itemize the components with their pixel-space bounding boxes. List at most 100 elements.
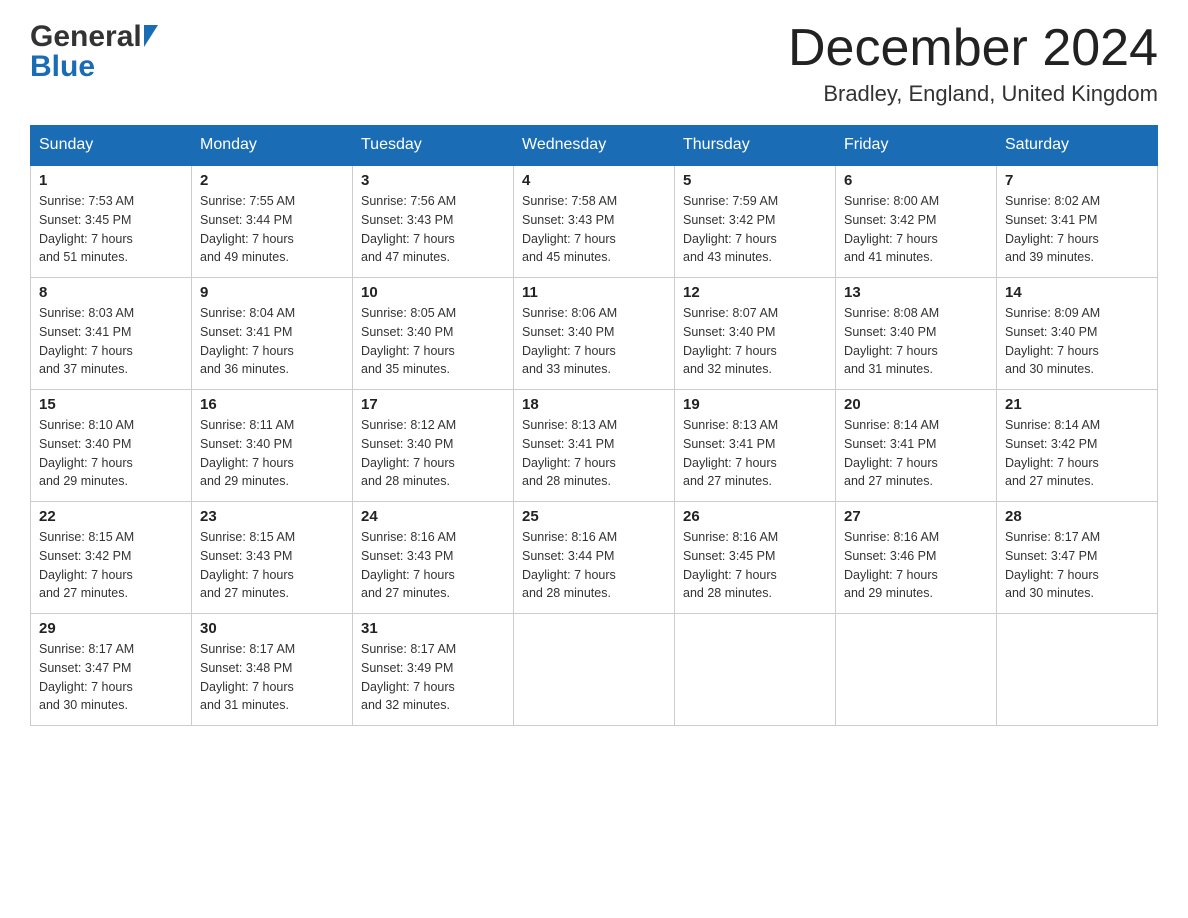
day-number: 7 (1005, 172, 1149, 189)
day-info: Sunrise: 8:17 AMSunset: 3:48 PMDaylight:… (200, 642, 295, 712)
calendar-day-cell: 24 Sunrise: 8:16 AMSunset: 3:43 PMDaylig… (353, 502, 514, 614)
day-info: Sunrise: 8:16 AMSunset: 3:43 PMDaylight:… (361, 530, 456, 600)
day-number: 17 (361, 396, 505, 413)
day-number: 20 (844, 396, 988, 413)
calendar-day-cell: 17 Sunrise: 8:12 AMSunset: 3:40 PMDaylig… (353, 390, 514, 502)
calendar-day-cell: 26 Sunrise: 8:16 AMSunset: 3:45 PMDaylig… (675, 502, 836, 614)
calendar-day-cell: 1 Sunrise: 7:53 AMSunset: 3:45 PMDayligh… (31, 165, 192, 278)
calendar-day-cell: 6 Sunrise: 8:00 AMSunset: 3:42 PMDayligh… (836, 165, 997, 278)
day-number: 10 (361, 284, 505, 301)
col-saturday: Saturday (997, 126, 1158, 166)
day-info: Sunrise: 8:17 AMSunset: 3:49 PMDaylight:… (361, 642, 456, 712)
calendar-day-cell: 3 Sunrise: 7:56 AMSunset: 3:43 PMDayligh… (353, 165, 514, 278)
day-number: 16 (200, 396, 344, 413)
day-number: 21 (1005, 396, 1149, 413)
calendar-week-row: 29 Sunrise: 8:17 AMSunset: 3:47 PMDaylig… (31, 614, 1158, 726)
calendar-day-cell: 5 Sunrise: 7:59 AMSunset: 3:42 PMDayligh… (675, 165, 836, 278)
calendar-week-row: 22 Sunrise: 8:15 AMSunset: 3:42 PMDaylig… (31, 502, 1158, 614)
day-info: Sunrise: 7:59 AMSunset: 3:42 PMDaylight:… (683, 194, 778, 264)
calendar-day-cell (997, 614, 1158, 726)
calendar-table: Sunday Monday Tuesday Wednesday Thursday… (30, 125, 1158, 726)
calendar-day-cell: 25 Sunrise: 8:16 AMSunset: 3:44 PMDaylig… (514, 502, 675, 614)
calendar-day-cell: 7 Sunrise: 8:02 AMSunset: 3:41 PMDayligh… (997, 165, 1158, 278)
col-thursday: Thursday (675, 126, 836, 166)
col-friday: Friday (836, 126, 997, 166)
day-info: Sunrise: 8:12 AMSunset: 3:40 PMDaylight:… (361, 418, 456, 488)
day-number: 31 (361, 620, 505, 637)
day-info: Sunrise: 8:13 AMSunset: 3:41 PMDaylight:… (522, 418, 617, 488)
day-info: Sunrise: 7:53 AMSunset: 3:45 PMDaylight:… (39, 194, 134, 264)
day-number: 19 (683, 396, 827, 413)
calendar-day-cell: 21 Sunrise: 8:14 AMSunset: 3:42 PMDaylig… (997, 390, 1158, 502)
day-number: 27 (844, 508, 988, 525)
day-info: Sunrise: 8:02 AMSunset: 3:41 PMDaylight:… (1005, 194, 1100, 264)
calendar-day-cell: 15 Sunrise: 8:10 AMSunset: 3:40 PMDaylig… (31, 390, 192, 502)
calendar-subtitle: Bradley, England, United Kingdom (788, 81, 1158, 107)
day-info: Sunrise: 7:58 AMSunset: 3:43 PMDaylight:… (522, 194, 617, 264)
day-info: Sunrise: 8:15 AMSunset: 3:42 PMDaylight:… (39, 530, 134, 600)
day-info: Sunrise: 8:09 AMSunset: 3:40 PMDaylight:… (1005, 306, 1100, 376)
calendar-day-cell: 4 Sunrise: 7:58 AMSunset: 3:43 PMDayligh… (514, 165, 675, 278)
day-number: 11 (522, 284, 666, 301)
day-info: Sunrise: 8:17 AMSunset: 3:47 PMDaylight:… (39, 642, 134, 712)
day-info: Sunrise: 8:14 AMSunset: 3:42 PMDaylight:… (1005, 418, 1100, 488)
day-number: 13 (844, 284, 988, 301)
logo-blue-text: Blue (30, 50, 95, 83)
day-info: Sunrise: 8:15 AMSunset: 3:43 PMDaylight:… (200, 530, 295, 600)
calendar-day-cell: 29 Sunrise: 8:17 AMSunset: 3:47 PMDaylig… (31, 614, 192, 726)
logo: General Blue (30, 20, 158, 84)
day-info: Sunrise: 8:16 AMSunset: 3:44 PMDaylight:… (522, 530, 617, 600)
day-info: Sunrise: 8:00 AMSunset: 3:42 PMDaylight:… (844, 194, 939, 264)
day-info: Sunrise: 8:16 AMSunset: 3:46 PMDaylight:… (844, 530, 939, 600)
day-info: Sunrise: 8:10 AMSunset: 3:40 PMDaylight:… (39, 418, 134, 488)
calendar-day-cell: 22 Sunrise: 8:15 AMSunset: 3:42 PMDaylig… (31, 502, 192, 614)
day-number: 30 (200, 620, 344, 637)
day-number: 23 (200, 508, 344, 525)
day-info: Sunrise: 7:55 AMSunset: 3:44 PMDaylight:… (200, 194, 295, 264)
day-info: Sunrise: 7:56 AMSunset: 3:43 PMDaylight:… (361, 194, 456, 264)
day-number: 25 (522, 508, 666, 525)
day-number: 26 (683, 508, 827, 525)
logo-triangle-icon (144, 25, 158, 47)
day-info: Sunrise: 8:07 AMSunset: 3:40 PMDaylight:… (683, 306, 778, 376)
day-info: Sunrise: 8:04 AMSunset: 3:41 PMDaylight:… (200, 306, 295, 376)
day-number: 29 (39, 620, 183, 637)
day-info: Sunrise: 8:05 AMSunset: 3:40 PMDaylight:… (361, 306, 456, 376)
day-info: Sunrise: 8:13 AMSunset: 3:41 PMDaylight:… (683, 418, 778, 488)
day-number: 3 (361, 172, 505, 189)
col-sunday: Sunday (31, 126, 192, 166)
col-wednesday: Wednesday (514, 126, 675, 166)
calendar-day-cell (675, 614, 836, 726)
day-info: Sunrise: 8:08 AMSunset: 3:40 PMDaylight:… (844, 306, 939, 376)
calendar-day-cell: 10 Sunrise: 8:05 AMSunset: 3:40 PMDaylig… (353, 278, 514, 390)
calendar-day-cell: 2 Sunrise: 7:55 AMSunset: 3:44 PMDayligh… (192, 165, 353, 278)
calendar-day-cell: 18 Sunrise: 8:13 AMSunset: 3:41 PMDaylig… (514, 390, 675, 502)
day-number: 14 (1005, 284, 1149, 301)
day-number: 5 (683, 172, 827, 189)
col-monday: Monday (192, 126, 353, 166)
day-number: 8 (39, 284, 183, 301)
calendar-day-cell: 13 Sunrise: 8:08 AMSunset: 3:40 PMDaylig… (836, 278, 997, 390)
calendar-day-cell (514, 614, 675, 726)
day-number: 9 (200, 284, 344, 301)
calendar-day-cell (836, 614, 997, 726)
calendar-day-cell: 19 Sunrise: 8:13 AMSunset: 3:41 PMDaylig… (675, 390, 836, 502)
day-info: Sunrise: 8:03 AMSunset: 3:41 PMDaylight:… (39, 306, 134, 376)
day-number: 18 (522, 396, 666, 413)
calendar-title: December 2024 (788, 20, 1158, 77)
day-info: Sunrise: 8:06 AMSunset: 3:40 PMDaylight:… (522, 306, 617, 376)
day-number: 1 (39, 172, 183, 189)
day-info: Sunrise: 8:16 AMSunset: 3:45 PMDaylight:… (683, 530, 778, 600)
calendar-day-cell: 27 Sunrise: 8:16 AMSunset: 3:46 PMDaylig… (836, 502, 997, 614)
calendar-day-cell: 12 Sunrise: 8:07 AMSunset: 3:40 PMDaylig… (675, 278, 836, 390)
day-number: 4 (522, 172, 666, 189)
calendar-day-cell: 23 Sunrise: 8:15 AMSunset: 3:43 PMDaylig… (192, 502, 353, 614)
page-header: General Blue December 2024 Bradley, Engl… (30, 20, 1158, 107)
day-number: 24 (361, 508, 505, 525)
title-section: December 2024 Bradley, England, United K… (788, 20, 1158, 107)
calendar-week-row: 1 Sunrise: 7:53 AMSunset: 3:45 PMDayligh… (31, 165, 1158, 278)
calendar-day-cell: 16 Sunrise: 8:11 AMSunset: 3:40 PMDaylig… (192, 390, 353, 502)
calendar-header-row: Sunday Monday Tuesday Wednesday Thursday… (31, 126, 1158, 166)
calendar-day-cell: 8 Sunrise: 8:03 AMSunset: 3:41 PMDayligh… (31, 278, 192, 390)
calendar-day-cell: 9 Sunrise: 8:04 AMSunset: 3:41 PMDayligh… (192, 278, 353, 390)
